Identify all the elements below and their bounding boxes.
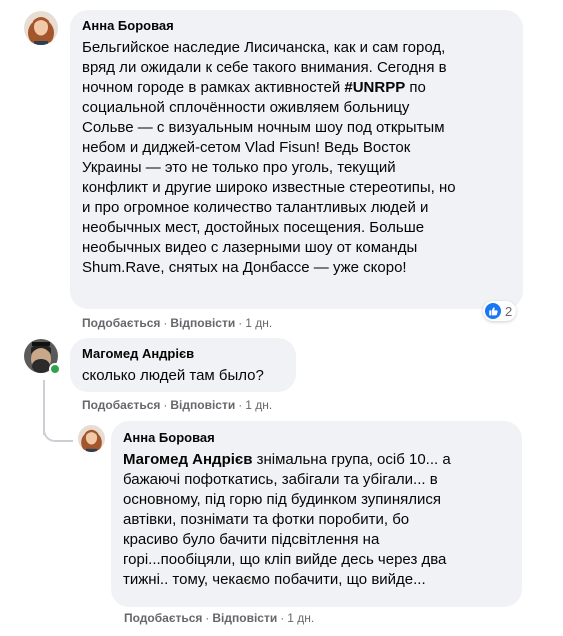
comment-actions: Подобається · Відповісти · 1 дн. <box>82 398 273 412</box>
comment-bubble: Магомед Андрієв сколько людей там было? <box>70 338 296 392</box>
comment-author[interactable]: Магомед Андрієв <box>82 346 284 362</box>
hashtag-link[interactable]: #UNRPP <box>344 79 405 96</box>
comment-timestamp[interactable]: 1 дн. <box>245 398 272 412</box>
comment-author[interactable]: Анна Боровая <box>82 18 511 34</box>
comment-author[interactable]: Анна Боровая <box>123 430 510 446</box>
comment-text: Бельгийское наследие Лисичанска, как и с… <box>82 39 456 276</box>
avatar-image <box>24 11 58 45</box>
avatar[interactable] <box>78 425 105 452</box>
reaction-summary[interactable]: 2 <box>483 301 517 321</box>
avatar-image <box>78 425 105 452</box>
reaction-count: 2 <box>505 303 513 319</box>
reply-button[interactable]: Відповісти <box>170 316 235 330</box>
comment-actions: Подобається · Відповісти · 1 дн. <box>82 316 273 330</box>
avatar[interactable] <box>24 11 58 45</box>
like-button[interactable]: Подобається <box>124 611 202 625</box>
reply-button[interactable]: Відповісти <box>170 398 235 412</box>
comment-timestamp[interactable]: 1 дн. <box>245 316 272 330</box>
thread-connector <box>43 420 73 442</box>
reply-button[interactable]: Відповісти <box>212 611 277 625</box>
mention-link[interactable]: Магомед Андрієв <box>123 451 252 468</box>
like-button[interactable]: Подобається <box>82 398 160 412</box>
thumbs-up-icon <box>485 303 501 319</box>
comment-text: Магомед Андрієв знімальна група, осіб 10… <box>123 451 451 588</box>
comment-bubble: Анна Боровая Бельгийское наследие Лисича… <box>70 10 523 309</box>
online-status-indicator <box>49 363 61 375</box>
comment-actions: Подобається · Відповісти · 1 дн. <box>124 611 315 625</box>
like-button[interactable]: Подобається <box>82 316 160 330</box>
comment-text: сколько людей там было? <box>82 367 264 384</box>
comment-timestamp[interactable]: 1 дн. <box>287 611 314 625</box>
reply-bubble: Анна Боровая Магомед Андрієв знімальна г… <box>111 421 522 607</box>
